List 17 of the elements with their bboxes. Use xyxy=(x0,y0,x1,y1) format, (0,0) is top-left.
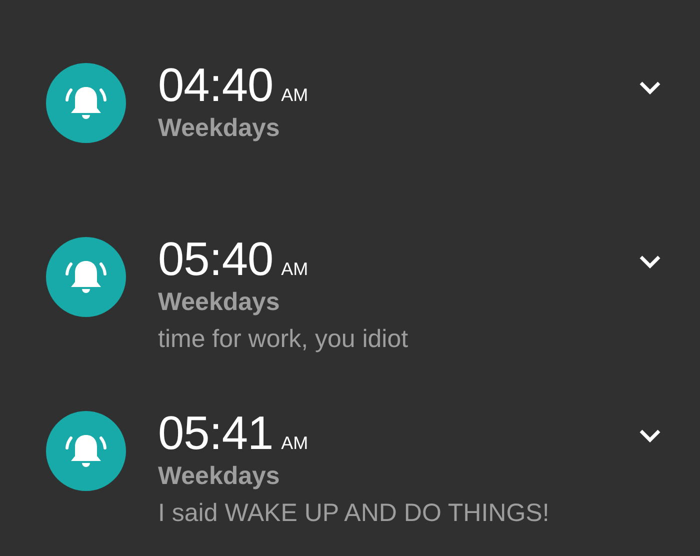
alarm-bell-icon[interactable] xyxy=(46,237,126,317)
alarm-bell-icon[interactable] xyxy=(46,63,126,143)
alarm-bell-icon[interactable] xyxy=(46,411,126,491)
alarm-time[interactable]: 05:40 xyxy=(158,231,274,287)
repeat-days: Weekdays xyxy=(158,113,308,143)
expand-chevron-icon[interactable] xyxy=(638,428,662,444)
am-pm-label: AM xyxy=(281,259,308,280)
repeat-days: Weekdays xyxy=(158,461,550,491)
am-pm-label: AM xyxy=(281,85,308,106)
alarm-time[interactable]: 05:41 xyxy=(158,405,274,461)
alarm-label: I said WAKE UP AND DO THINGS! xyxy=(158,498,550,529)
expand-chevron-icon[interactable] xyxy=(638,254,662,270)
alarm-time[interactable]: 04:40 xyxy=(158,57,274,113)
alarm-label: time for work, you idiot xyxy=(158,324,408,355)
expand-chevron-icon[interactable] xyxy=(638,80,662,96)
repeat-days: Weekdays xyxy=(158,287,408,317)
am-pm-label: AM xyxy=(281,433,308,454)
